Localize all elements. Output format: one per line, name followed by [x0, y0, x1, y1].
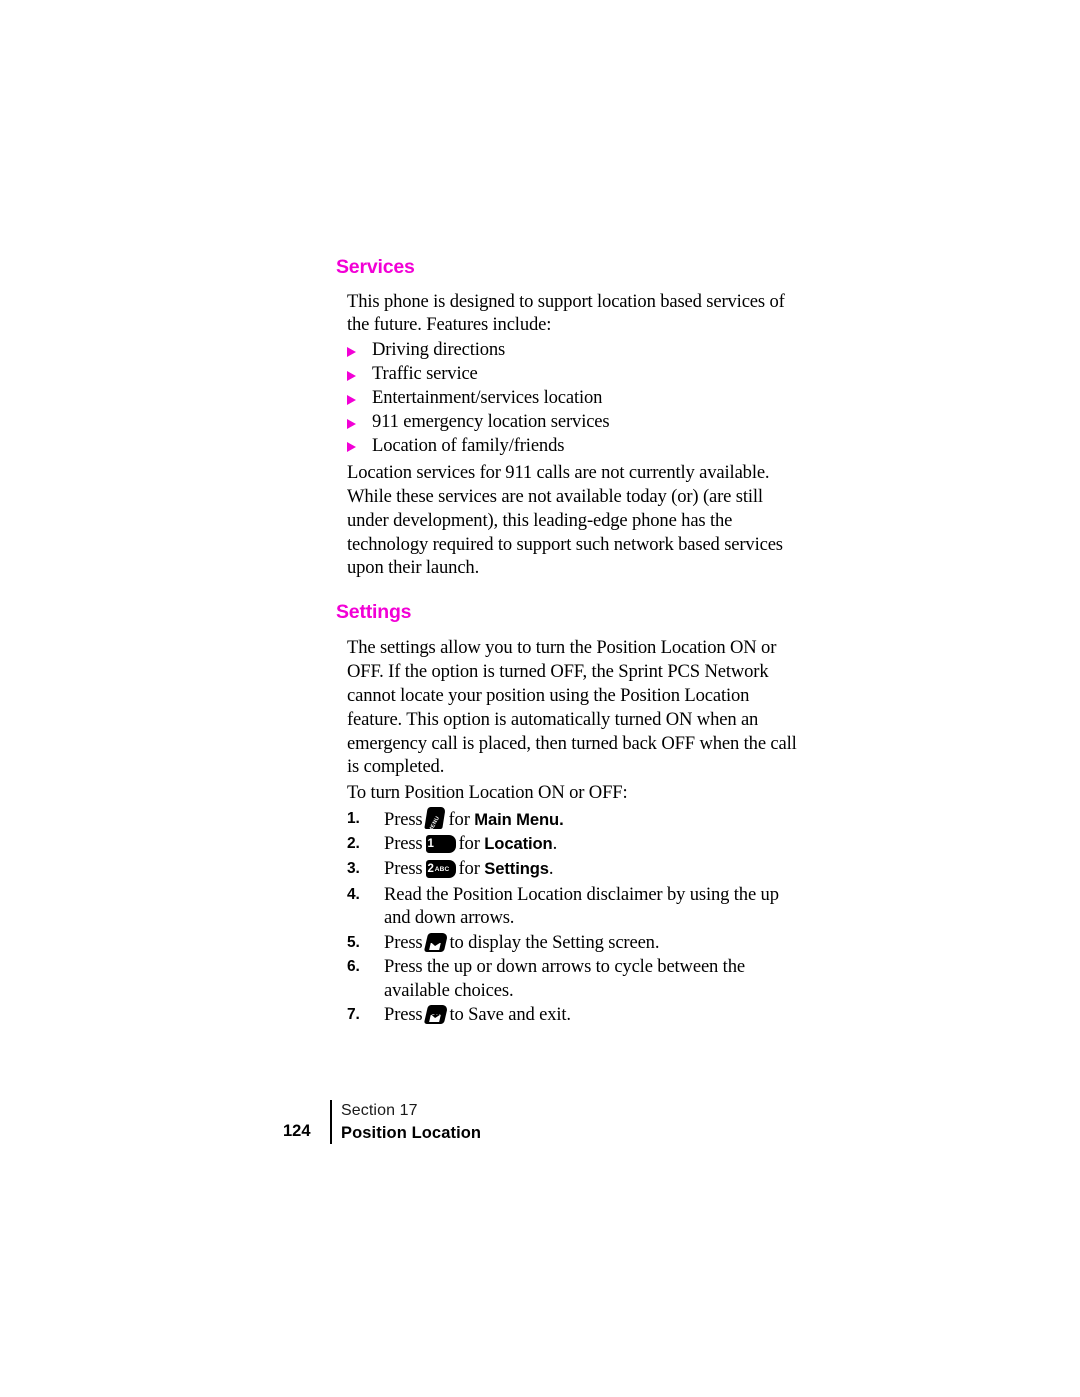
footer-divider [330, 1100, 332, 1144]
triangle-bullet-icon [347, 370, 356, 381]
settings-body: The settings allow you to turn the Posit… [347, 636, 806, 1026]
step-number: 5. [347, 934, 360, 952]
step-prefix: Press [384, 833, 423, 855]
step-emphasis: Main Menu. [474, 810, 564, 830]
services-feature-list: Driving directions Traffic service Enter… [347, 338, 806, 458]
number-key-1-icon: 1 [425, 835, 456, 854]
services-body: This phone is designed to support locati… [347, 290, 806, 581]
step-middle: for [458, 857, 480, 879]
services-closing-paragraph: Location services for 911 calls are not … [347, 461, 783, 579]
number-key-2-icon: 2ABC [425, 859, 456, 878]
list-item-label: Driving directions [372, 339, 506, 361]
list-item: 3. Press 2ABC for Settings. [347, 857, 806, 880]
step-number: 6. [347, 958, 360, 976]
step-prefix: Press [384, 1003, 423, 1025]
step-middle: to Save and exit. [449, 1003, 572, 1025]
list-item: 4. Read the Position Location disclaimer… [347, 883, 806, 929]
envelope-icon [429, 943, 441, 950]
step-suffix: . [552, 833, 558, 855]
list-item: 5. PressOKto display the Setting screen. [347, 931, 806, 954]
list-item: Location of family/friends [347, 434, 806, 458]
settings-lead-in: To turn Position Location ON or OFF: [347, 782, 628, 804]
list-item: 6. Press the up or down arrows to cycle … [347, 955, 806, 1001]
step-prefix: Read the Position Location disclaimer by… [384, 883, 779, 929]
page-footer: 124 Section 17 Position Location [283, 1100, 683, 1148]
step-middle: for [448, 809, 470, 831]
step-number: 7. [347, 1005, 360, 1023]
settings-step-list: 1. Press MENU for Main Menu. 2. Press 1 for … [347, 807, 806, 1026]
page-content: Services This phone is designed to suppo… [336, 256, 806, 1026]
settings-heading: Settings [336, 601, 412, 624]
list-item: 2. Press 1 for Location. [347, 832, 806, 855]
list-item: Traffic service [347, 362, 806, 386]
page-number: 124 [283, 1122, 311, 1140]
settings-intro-paragraph: The settings allow you to turn the Posit… [347, 636, 797, 778]
list-item-label: 911 emergency location services [372, 411, 610, 433]
list-item: 1. Press MENU for Main Menu. [347, 807, 806, 833]
list-item: 7. PressOKto Save and exit. [347, 1003, 806, 1026]
ok-key-icon: OK [423, 1004, 448, 1024]
list-item-label: Traffic service [372, 363, 478, 385]
step-middle: for [458, 833, 480, 855]
step-emphasis: Settings [484, 858, 549, 878]
step-middle: to display the Setting screen. [449, 932, 660, 954]
ok-key-icon: OK [423, 933, 448, 953]
step-emphasis: Location [484, 834, 553, 854]
footer-chapter-title: Position Location [341, 1124, 482, 1142]
triangle-bullet-icon [347, 346, 356, 357]
step-suffix: . [548, 857, 554, 879]
step-prefix: Press [384, 932, 423, 954]
triangle-bullet-icon [347, 394, 356, 405]
list-item-label: Location of family/friends [372, 434, 565, 456]
triangle-bullet-icon [347, 442, 356, 453]
step-number: 4. [347, 885, 360, 903]
footer-section-label: Section 17 [341, 1102, 418, 1119]
list-item: 911 emergency location services [347, 410, 806, 434]
step-prefix: Press the up or down arrows to cycle bet… [384, 956, 745, 1001]
menu-key-icon: MENU [423, 807, 446, 833]
manual-page: Services This phone is designed to suppo… [0, 0, 1080, 1397]
number-key-1-label: 1 [427, 838, 434, 851]
step-number: 1. [347, 810, 360, 828]
step-number: 2. [347, 835, 360, 853]
triangle-bullet-icon [347, 418, 356, 429]
step-prefix: Press [384, 857, 423, 879]
number-key-2-label: 2 [427, 862, 434, 875]
services-heading: Services [336, 256, 415, 278]
list-item: Entertainment/services location [347, 386, 806, 410]
number-key-2-sublabel: ABC [434, 865, 450, 873]
list-item-label: Entertainment/services location [372, 387, 603, 409]
step-number: 3. [347, 859, 360, 877]
envelope-icon [429, 1014, 441, 1022]
services-intro-paragraph: This phone is designed to support locati… [347, 290, 785, 336]
step-prefix: Press [384, 809, 423, 831]
list-item: Driving directions [347, 338, 806, 362]
